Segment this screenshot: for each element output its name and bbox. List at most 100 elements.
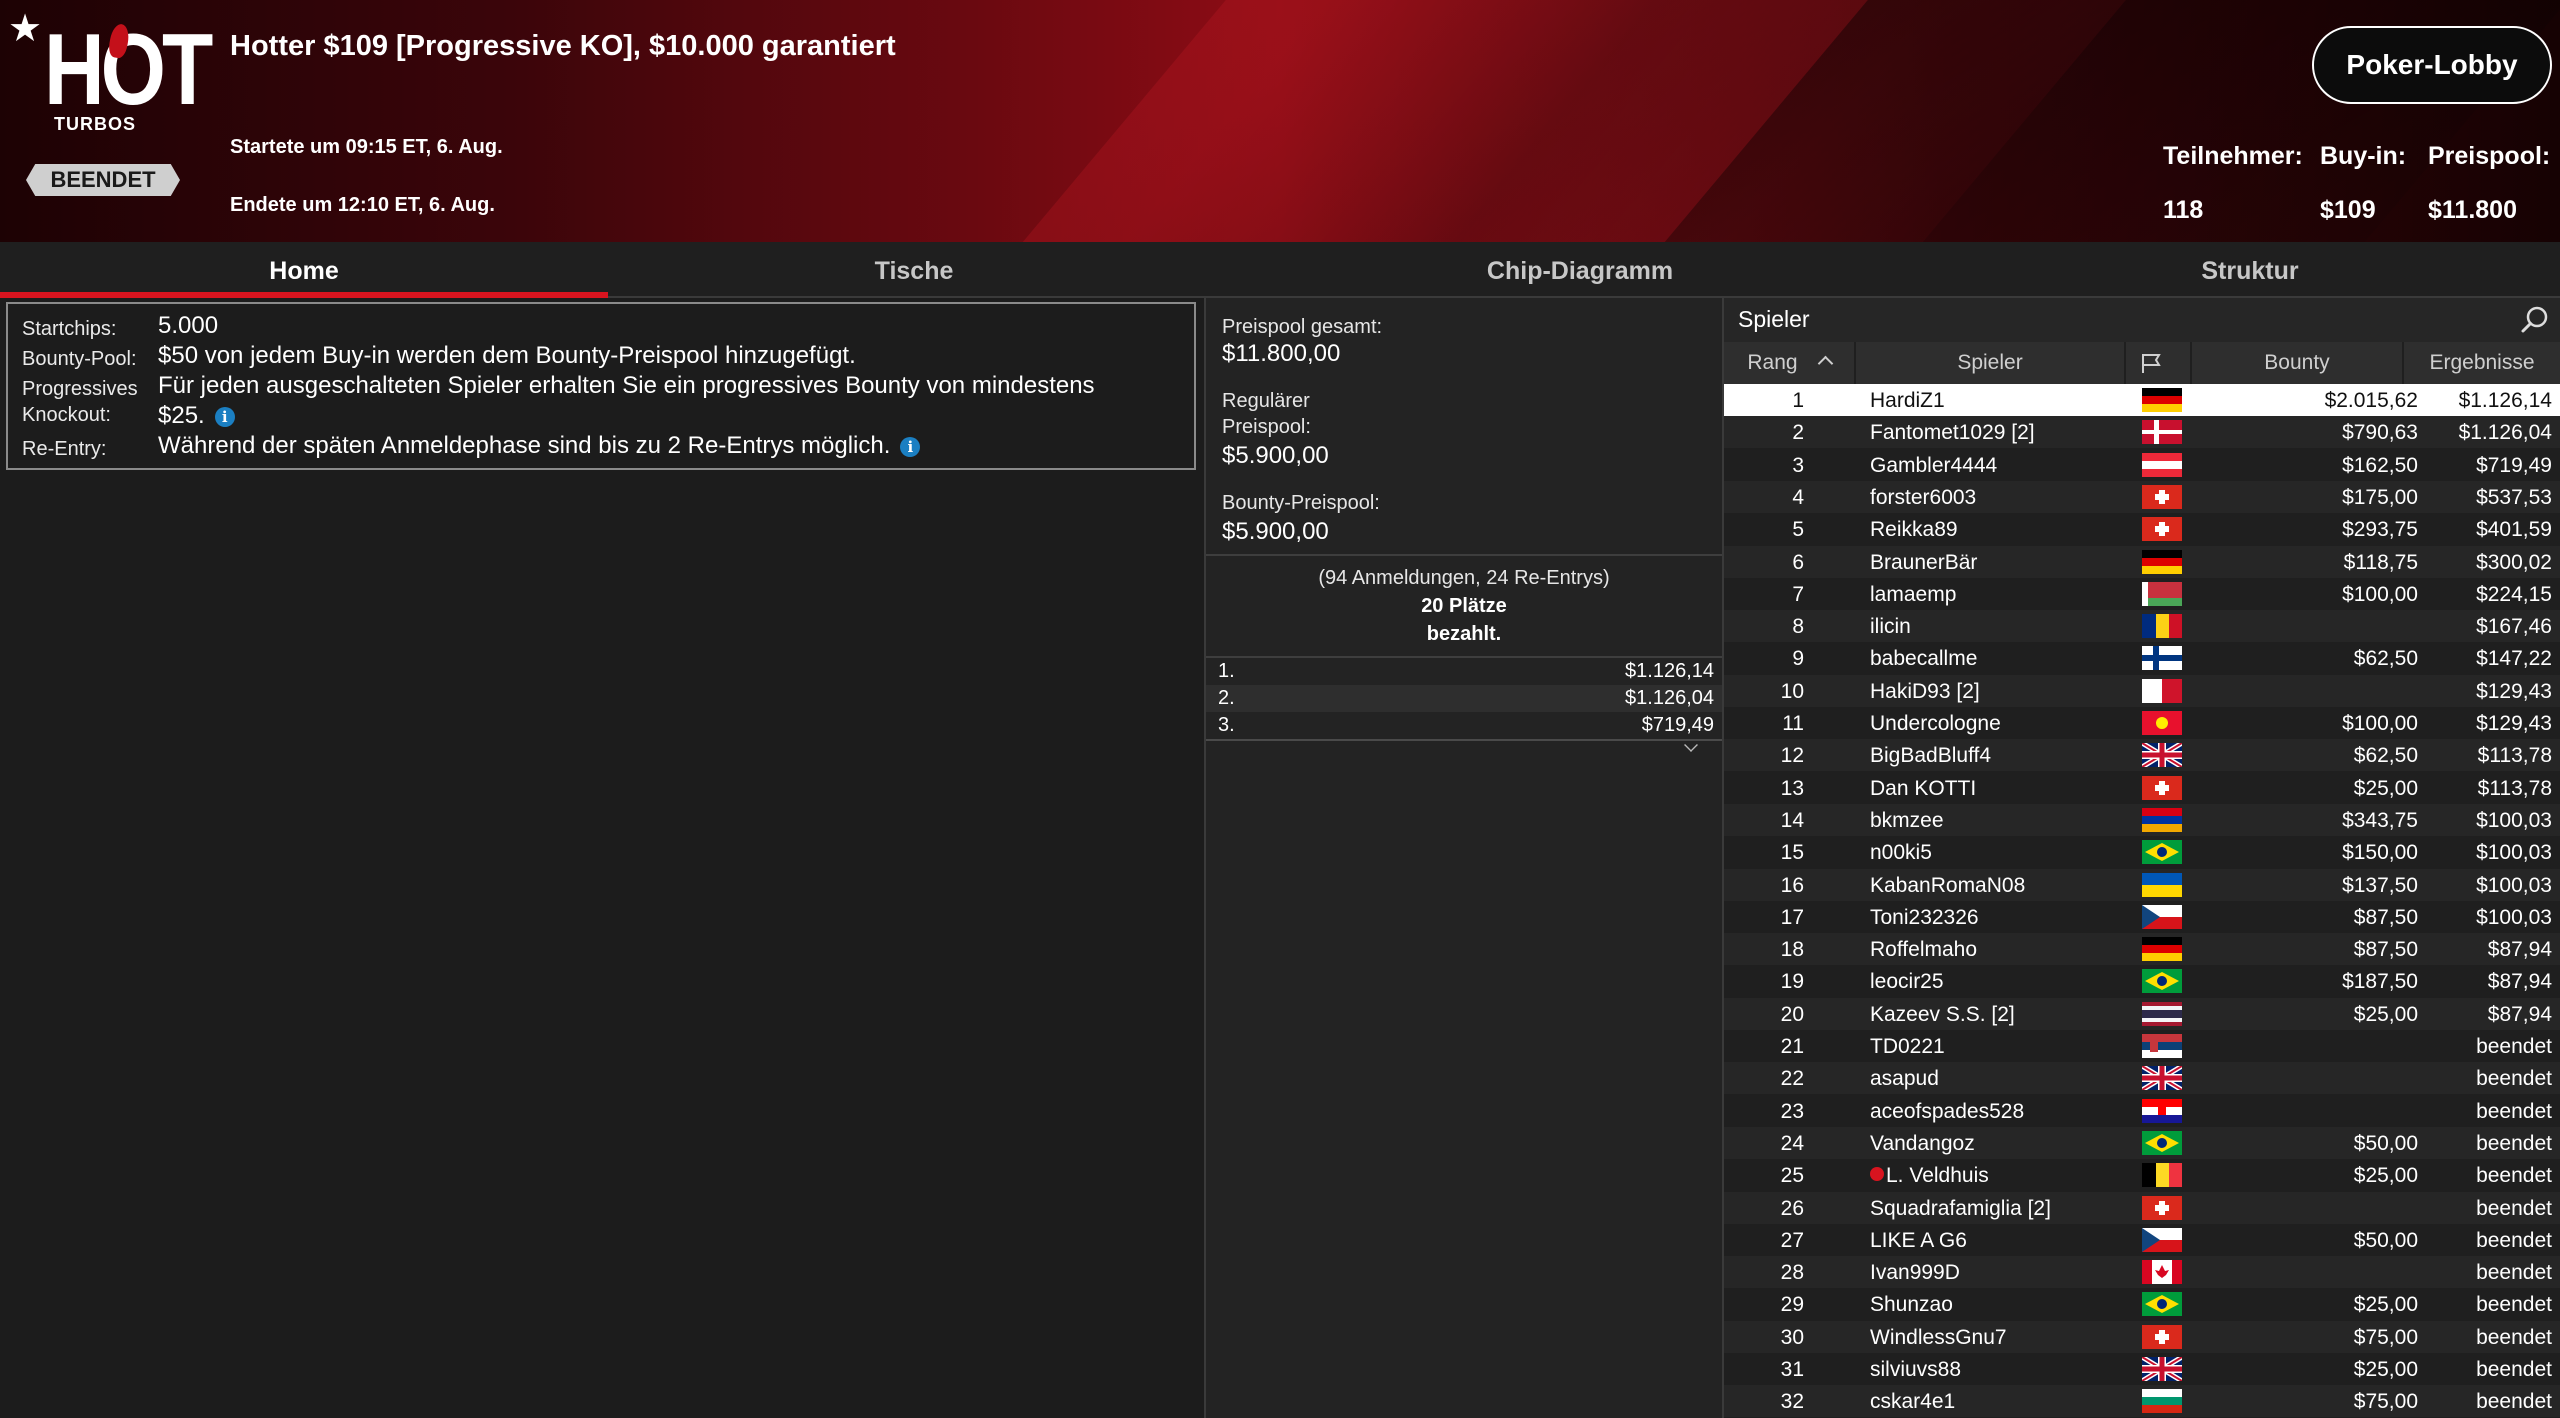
info-icon[interactable]: i [900,436,921,457]
player-rank: 27 [1780,1228,1804,1252]
column-results[interactable]: Ergebnisse [2404,342,2560,384]
flag-gb-icon [2142,743,2182,768]
player-name: Gambler4444 [1870,454,1997,478]
player-row[interactable]: 8 ilicin $167,46 [1724,610,2560,643]
flag-de-icon [2142,549,2182,574]
player-row[interactable]: 4 forster6003 $175,00 $537,53 [1724,480,2560,513]
player-name-text: L. Veldhuis [1886,1164,1989,1188]
player-rank: 11 [1782,712,1804,735]
player-bounty: $100,00 [2342,712,2418,735]
tab-bar: Home Tische Chip-Diagramm Struktur [0,242,2560,298]
player-rank: 12 [1780,744,1804,768]
player-row[interactable]: 21 TD0221 beendet [1724,1030,2560,1062]
places-paid-line1: 20 Plätze [1421,595,1507,617]
player-row[interactable]: 26 Squadrafamiglia [2] beendet [1724,1191,2560,1224]
player-row[interactable]: 6 BraunerBär $118,75 $300,02 [1724,545,2560,578]
player-bounty: $293,75 [2342,518,2418,542]
tournament-info-panel: Startchips: 5.000 Bounty-Pool: $50 von j… [6,302,1196,470]
column-rank[interactable]: Rang [1724,342,1856,384]
player-name-text: babecallme [1870,647,1978,671]
player-row[interactable]: 24 Vandangoz $50,00 beendet [1724,1126,2560,1159]
player-bounty: $25,00 [2353,1358,2418,1381]
tab-chip-chart[interactable]: Chip-Diagramm [1220,242,1940,298]
search-icon[interactable] [2520,304,2550,334]
tournament-title: Hotter $109 [Progressive KO], $10.000 ga… [230,30,896,62]
player-bounty: $2.015,62 [2324,389,2418,412]
player-rank: 26 [1780,1196,1804,1220]
player-row[interactable]: 31 silviuvs88 $25,00 beendet [1724,1353,2560,1385]
player-row[interactable]: 32 cskar4e1 $75,00 beendet [1724,1385,2560,1418]
pko-label-2: Knockout: [22,404,111,426]
column-bounty[interactable]: Bounty [2192,342,2404,384]
flag-dk-icon [2142,420,2182,445]
player-rank: 10 [1780,679,1804,703]
flag-be-icon [2142,1163,2182,1188]
tab-tables[interactable]: Tische [608,242,1220,298]
player-row[interactable]: 1 HardiZ1 $2.015,62 $1.126,14 [1724,384,2560,416]
player-name: LIKE A G6 [1870,1229,1967,1253]
player-name: babecallme [1870,647,1977,671]
player-name-text: KabanRomaN08 [1870,873,2026,897]
player-rank: 7 [1792,582,1804,606]
player-bounty: $25,00 [2353,1002,2418,1026]
player-row[interactable]: 27 LIKE A G6 $50,00 beendet [1724,1224,2560,1256]
flag-de-icon [2142,937,2182,962]
player-row[interactable]: 30 WindlessGnu7 $75,00 beendet [1724,1320,2560,1353]
tab-structure[interactable]: Struktur [1940,242,2560,298]
country-flag-icon [2142,646,2182,671]
player-row[interactable]: 3 Gambler4444 $162,50 $719,49 [1724,449,2560,481]
player-name-text: Reikka89 [1870,518,1958,542]
player-row[interactable]: 11 Undercologne $100,00 $129,43 [1724,707,2560,739]
tab-home[interactable]: Home [0,242,608,298]
player-row[interactable]: 28 Ivan999D beendet [1724,1256,2560,1289]
country-flag-icon [2142,1389,2182,1414]
player-row[interactable]: 2 Fantomet1029 [2] $790,63 $1.126,04 [1724,416,2560,449]
poker-lobby-button[interactable]: Poker-Lobby [2312,26,2552,104]
player-row[interactable]: 14 bkmzee $343,75 $100,03 [1724,803,2560,836]
player-rank: 28 [1780,1261,1804,1285]
player-rank: 17 [1780,905,1804,929]
flag-ch-icon [2142,1324,2182,1349]
player-result: beendet [2476,1099,2552,1123]
payout-position: 1. [1218,660,1235,682]
player-row[interactable]: 17 Toni232326 $87,50 $100,03 [1724,901,2560,933]
player-rank: 19 [1780,970,1804,994]
favorite-star-icon[interactable]: ★ [8,10,42,48]
player-row[interactable]: 19 leocir25 $187,50 $87,94 [1724,965,2560,997]
places-paid: 20 Plätze [1206,592,1722,620]
pko-value-2: $25. i [158,402,235,430]
column-player[interactable]: Spieler [1856,342,2126,384]
player-rank: 29 [1780,1293,1804,1317]
country-flag-icon [2142,1260,2182,1285]
player-rank: 24 [1780,1131,1804,1155]
sort-ascending-icon [1817,355,1833,372]
player-row[interactable]: 10 HakiD93 [2] $129,43 [1724,674,2560,707]
player-row[interactable]: 5 Reikka89 $293,75 $401,59 [1724,513,2560,545]
flag-gb-icon [2142,1357,2182,1381]
column-country[interactable] [2126,342,2192,384]
player-row[interactable]: 23 aceofspades528 beendet [1724,1095,2560,1127]
player-row[interactable]: 25 L. Veldhuis $25,00 beendet [1724,1159,2560,1191]
payout-position: 3. [1218,714,1235,736]
player-result: beendet [2476,1390,2552,1414]
player-row[interactable]: 13 Dan KOTTI $25,00 $113,78 [1724,772,2560,804]
player-row[interactable]: 9 babecallme $62,50 $147,22 [1724,642,2560,674]
player-bounty: $100,00 [2342,582,2418,606]
player-row[interactable]: 12 BigBadBluff4 $62,50 $113,78 [1724,739,2560,772]
player-rank: 30 [1780,1325,1804,1349]
player-result: $100,03 [2476,873,2552,897]
player-bounty: $187,50 [2342,970,2418,994]
player-name-text: bkmzee [1870,808,1944,832]
total-prizepool-value: $11.800,00 [1222,340,1341,367]
player-row[interactable]: 22 asapud beendet [1724,1062,2560,1095]
player-row[interactable]: 29 Shunzao $25,00 beendet [1724,1288,2560,1320]
info-icon[interactable]: i [214,406,235,427]
prize-panel: Preispool gesamt: $11.800,00 Regulärer P… [1204,298,1724,1418]
player-row[interactable]: 15 n00ki5 $150,00 $100,03 [1724,836,2560,868]
player-name: bkmzee [1870,809,1944,833]
player-row[interactable]: 20 Kazeev S.S. [2] $25,00 $87,94 [1724,997,2560,1030]
player-row[interactable]: 16 KabanRomaN08 $137,50 $100,03 [1724,868,2560,901]
player-row[interactable]: 7 lamaemp $100,00 $224,15 [1724,578,2560,610]
total-prizepool-label: Preispool gesamt: [1222,316,1383,338]
player-row[interactable]: 18 Roffelmaho $87,50 $87,94 [1724,933,2560,966]
